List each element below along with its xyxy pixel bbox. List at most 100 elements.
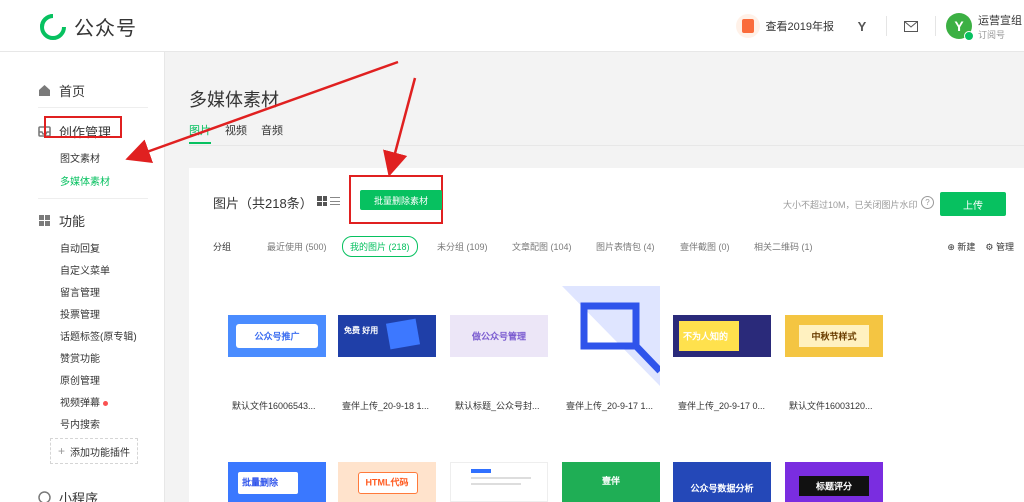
image-thumbnail[interactable] bbox=[562, 286, 660, 386]
group-qrcodes[interactable]: 相关二维码 (1) bbox=[754, 240, 813, 253]
thumbnail-text: HTML代码 bbox=[365, 477, 409, 488]
header-divider bbox=[886, 16, 887, 36]
thumbnail-text: 中秋节样式 bbox=[811, 331, 857, 342]
sidebar-item-articles[interactable]: 图文素材 bbox=[60, 150, 100, 165]
tab-audio[interactable]: 音频 bbox=[261, 122, 283, 144]
tab-images[interactable]: 图片 bbox=[189, 122, 211, 144]
list-view-icon[interactable] bbox=[330, 196, 340, 206]
images-count-title: 图片（共218条） bbox=[213, 196, 313, 211]
mail-icon bbox=[904, 20, 918, 32]
mail-button[interactable] bbox=[897, 12, 925, 40]
sidebar-label: 功能 bbox=[59, 214, 86, 229]
image-thumbnail[interactable]: 公众号推广 bbox=[228, 315, 326, 357]
add-plugin-label: 添加功能插件 bbox=[70, 447, 130, 459]
sidebar-item-reward[interactable]: 赞赏功能 bbox=[60, 350, 100, 365]
grid-view-icon[interactable] bbox=[317, 196, 327, 206]
y-logo-icon: Y bbox=[857, 18, 867, 34]
logo[interactable]: 公众号 bbox=[40, 12, 137, 41]
image-caption: 壹伴上传_20-9-17 1... bbox=[566, 401, 654, 411]
image-thumbnail[interactable]: 批量删除 bbox=[228, 462, 326, 502]
add-plugin-button[interactable]: + 添加功能插件 bbox=[50, 438, 138, 464]
arrow-to-batch-delete bbox=[383, 77, 417, 177]
batch-delete-button[interactable]: 批量删除素材 bbox=[360, 190, 442, 210]
thumbnail-text: 做公众号管理 bbox=[471, 331, 526, 342]
tabs-divider bbox=[189, 145, 1024, 146]
thumbnail-text: 标题评分 bbox=[815, 481, 852, 492]
tab-video[interactable]: 视频 bbox=[225, 122, 247, 144]
image-caption: 壹伴上传_20-9-18 1... bbox=[342, 401, 430, 411]
plus-icon: + bbox=[57, 444, 65, 458]
group-screenshots[interactable]: 壹伴截图 (0) bbox=[680, 240, 730, 253]
thumbnail-text: 不为人知的 bbox=[683, 331, 729, 342]
image-caption: 壹伴上传_20-9-17 0... bbox=[678, 401, 766, 411]
sidebar-item-home[interactable]: 首页 bbox=[38, 81, 85, 100]
sidebar-item-original[interactable]: 原创管理 bbox=[60, 372, 100, 387]
group-article-images[interactable]: 文章配图 (104) bbox=[512, 240, 572, 253]
group-ungrouped[interactable]: 未分组 (109) bbox=[437, 240, 488, 253]
verified-icon bbox=[964, 31, 974, 41]
image-caption: 默认文件16006543... bbox=[232, 401, 316, 411]
thumbnail-text: 批量删除 bbox=[242, 477, 279, 488]
sidebar-label: 视频弹幕 bbox=[60, 398, 100, 409]
divider bbox=[38, 107, 148, 108]
image-caption: 默认文件16003120... bbox=[789, 401, 873, 411]
annual-report-label: 查看2019年报 bbox=[765, 21, 834, 33]
sidebar-item-media[interactable]: 多媒体素材 bbox=[60, 173, 110, 188]
sidebar-item-danmaku[interactable]: 视频弹幕 bbox=[60, 394, 108, 409]
image-thumbnail[interactable]: 壹伴 bbox=[562, 462, 660, 502]
group-stickers[interactable]: 图片表情包 (4) bbox=[596, 240, 655, 253]
sidebar-item-search[interactable]: 号内搜索 bbox=[60, 416, 100, 431]
thumbnail-text: 免费 好用 bbox=[344, 326, 379, 335]
image-thumbnail[interactable] bbox=[450, 462, 548, 502]
sidebar-label: 小程序 bbox=[59, 491, 99, 502]
upload-button[interactable]: 上传 bbox=[940, 192, 1006, 216]
sidebar-item-custom-menu[interactable]: 自定义菜单 bbox=[60, 262, 110, 277]
header-divider bbox=[935, 16, 936, 36]
thumbnail-graphic bbox=[562, 286, 660, 386]
image-thumbnail[interactable]: 标题评分 bbox=[785, 462, 883, 502]
group-recent[interactable]: 最近使用 (500) bbox=[267, 240, 327, 253]
image-caption: 默认标题_公众号封... bbox=[455, 401, 540, 411]
image-thumbnail[interactable]: 做公众号管理 bbox=[450, 315, 548, 357]
image-thumbnail[interactable]: 公众号数据分析 bbox=[673, 462, 771, 502]
divider bbox=[38, 198, 148, 199]
annual-report-icon bbox=[735, 14, 760, 38]
thumbnail-text: 公众号数据分析 bbox=[690, 483, 754, 494]
highlight-box-sidebar bbox=[44, 116, 122, 138]
new-group-button[interactable]: ⊕ 新建 bbox=[947, 240, 975, 253]
view-toggle bbox=[317, 196, 340, 206]
grid-icon bbox=[39, 215, 50, 226]
sidebar-item-comments[interactable]: 留言管理 bbox=[60, 284, 100, 299]
sidebar-item-mini-program[interactable]: 小程序 bbox=[38, 488, 98, 502]
annual-report-link[interactable]: 查看2019年报 bbox=[735, 14, 834, 38]
image-thumbnail[interactable]: 免费 好用 bbox=[338, 315, 436, 357]
user-info[interactable]: 运营宣组 订阅号 bbox=[978, 12, 1022, 41]
help-glyph: ? bbox=[925, 198, 930, 207]
sidebar-item-auto-reply[interactable]: 自动回复 bbox=[60, 240, 100, 255]
thumbnail-text: 壹伴 bbox=[601, 476, 620, 486]
top-header: 公众号 查看2019年报 Y Y 运营宣组 订阅号 bbox=[0, 0, 1024, 52]
mini-program-icon bbox=[38, 491, 51, 502]
manage-group-button[interactable]: ⚙ 管理 bbox=[985, 240, 1014, 253]
home-icon bbox=[39, 85, 50, 96]
image-thumbnail[interactable]: 不为人知的 bbox=[673, 315, 771, 357]
media-tabs: 图片 视频 音频 bbox=[189, 122, 283, 144]
user-type: 订阅号 bbox=[978, 29, 1006, 40]
user-name: 运营宣组 bbox=[978, 14, 1022, 27]
sidebar-item-functions[interactable]: 功能 bbox=[38, 211, 85, 230]
wechat-mp-logo-icon bbox=[40, 13, 66, 40]
upload-limit-text: 大小不超过10M，已关闭图片水印 bbox=[783, 200, 918, 210]
group-filter-bar: 分组 最近使用 (500) 我的图片 (218) 未分组 (109) 文章配图 … bbox=[213, 236, 1014, 257]
sidebar-label: 首页 bbox=[59, 84, 86, 99]
group-my-images[interactable]: 我的图片 (218) bbox=[342, 236, 418, 257]
help-icon[interactable]: ? bbox=[921, 196, 934, 209]
yiban-y-button[interactable]: Y bbox=[848, 12, 876, 40]
sidebar-item-votes[interactable]: 投票管理 bbox=[60, 306, 100, 321]
group-label: 分组 bbox=[213, 242, 232, 252]
sidebar-item-topic-tags[interactable]: 话题标签(原专辑) bbox=[60, 328, 137, 343]
avatar-letter: Y bbox=[954, 18, 964, 34]
image-thumbnail[interactable]: 中秋节样式 bbox=[785, 315, 883, 357]
image-thumbnail[interactable]: HTML代码 bbox=[338, 462, 436, 502]
avatar[interactable]: Y bbox=[946, 13, 974, 41]
logo-text: 公众号 bbox=[74, 18, 137, 40]
